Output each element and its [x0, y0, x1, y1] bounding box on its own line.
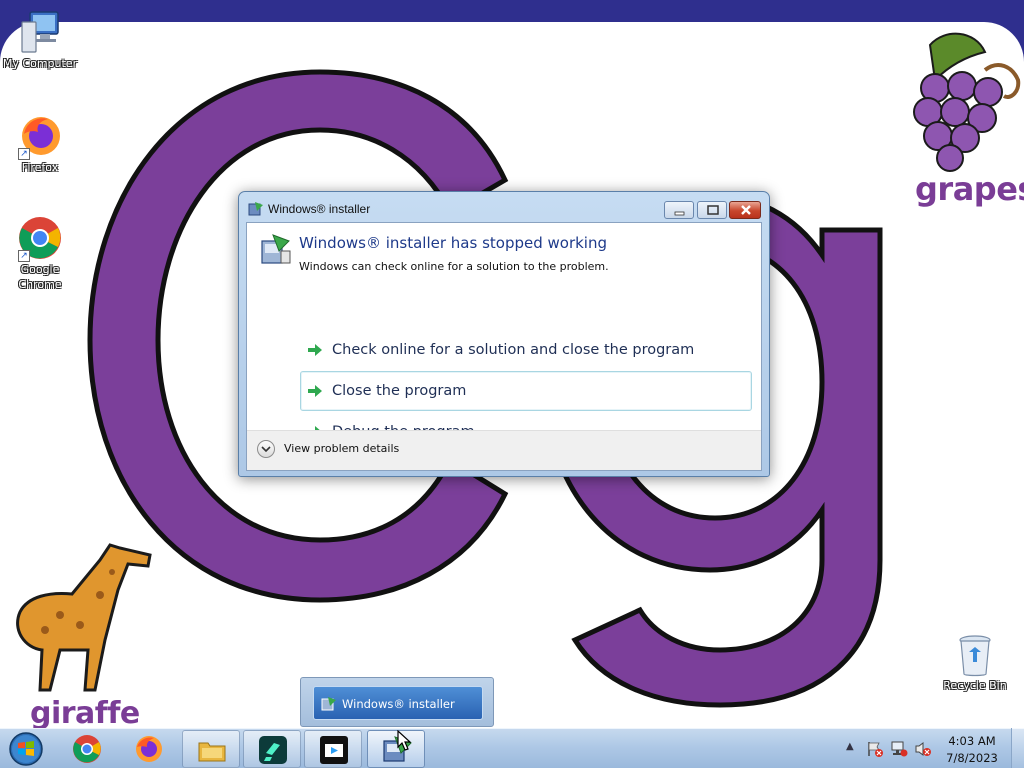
desktop-icon-label: Firefox — [21, 161, 59, 174]
dialog-content: Windows® installer has stopped working W… — [246, 222, 762, 471]
error-dialog: Windows® installer Windows® installer ha… — [238, 191, 770, 477]
installer-program-icon — [261, 234, 291, 264]
check-online-command[interactable]: Check online for a solution and close th… — [300, 330, 752, 370]
taskbar: ▲ 4:03 AM 7/8/2023 — [0, 728, 1024, 768]
command-label: Check online for a solution and close th… — [332, 342, 695, 358]
volume-muted-icon[interactable] — [914, 740, 932, 758]
close-icon — [741, 205, 751, 215]
action-center-flag-icon[interactable] — [866, 740, 884, 758]
taskbar-filmora[interactable] — [243, 730, 301, 768]
desktop-icon-label: Recycle Bin — [943, 679, 1007, 692]
desktop-icon-google-chrome[interactable]: ↗ Google Chrome — [0, 214, 80, 292]
desktop-icon-firefox[interactable]: ↗ Firefox — [0, 112, 80, 175]
file-explorer-icon — [198, 742, 226, 762]
desktop-icon-my-computer[interactable]: My Computer — [0, 8, 80, 71]
wallpaper-word-giraffe: giraffe — [30, 696, 140, 728]
mouse-cursor-icon — [397, 730, 411, 751]
firefox-icon: ↗ — [16, 112, 64, 160]
show-hidden-icons-button[interactable]: ▲ — [846, 741, 856, 755]
show-desktop-button[interactable] — [1011, 728, 1024, 768]
clock-date[interactable]: 7/8/2023 — [946, 751, 998, 765]
green-arrow-icon — [308, 385, 322, 397]
expand-details-button[interactable] — [257, 440, 275, 458]
close-program-command[interactable]: Close the program — [300, 371, 752, 411]
dialog-titlebar[interactable]: Windows® installer — [239, 192, 769, 221]
taskbar-chrome[interactable] — [58, 730, 116, 768]
desktop-icon-label: Google Chrome — [18, 263, 62, 291]
dialog-title: Windows® installer — [268, 202, 371, 216]
taskbar-video-editor[interactable] — [304, 730, 362, 768]
filmora-icon — [259, 736, 287, 764]
desktop-icon-label: My Computer — [2, 57, 78, 70]
taskbar-thumbnail-popup: Windows® installer — [300, 677, 494, 727]
desktop-icon-recycle-bin[interactable]: Recycle Bin — [935, 632, 1015, 693]
grapes-art — [913, 32, 1021, 172]
minimize-button[interactable] — [664, 201, 694, 219]
firefox-icon — [136, 736, 162, 762]
installer-icon — [321, 697, 336, 711]
dialog-footer: View problem details — [247, 430, 761, 470]
chrome-icon — [73, 735, 101, 763]
taskbar-windows-installer[interactable] — [367, 730, 425, 768]
start-button[interactable] — [4, 731, 48, 767]
computer-icon — [16, 8, 64, 56]
dialog-heading: Windows® installer has stopped working — [299, 234, 607, 252]
system-tray: ▲ 4:03 AM 7/8/2023 — [842, 729, 1024, 768]
chevron-down-icon — [261, 446, 271, 453]
clock-time[interactable]: 4:03 AM — [946, 734, 998, 748]
thumbnail-window-item[interactable]: Windows® installer — [313, 686, 483, 720]
video-editor-icon — [320, 736, 348, 764]
installer-icon — [248, 202, 263, 216]
maximize-button[interactable] — [697, 201, 727, 219]
green-arrow-icon — [308, 344, 322, 356]
network-icon[interactable] — [890, 740, 908, 758]
view-problem-details-link[interactable]: View problem details — [284, 442, 399, 455]
thumbnail-label: Windows® installer — [342, 697, 455, 711]
shortcut-arrow-icon: ↗ — [18, 148, 30, 160]
wallpaper-word-grapes: grapes — [915, 170, 1024, 208]
taskbar-firefox[interactable] — [120, 730, 178, 768]
chrome-icon: ↗ — [16, 214, 64, 262]
recycle-bin-icon — [955, 632, 995, 678]
giraffe-art — [16, 543, 152, 692]
close-button[interactable] — [729, 201, 761, 219]
dialog-subtext: Windows can check online for a solution … — [299, 260, 609, 273]
shortcut-arrow-icon: ↗ — [18, 250, 30, 262]
windows-logo-icon — [9, 732, 43, 766]
taskbar-file-explorer[interactable] — [182, 730, 240, 768]
command-label: Close the program — [332, 383, 467, 399]
